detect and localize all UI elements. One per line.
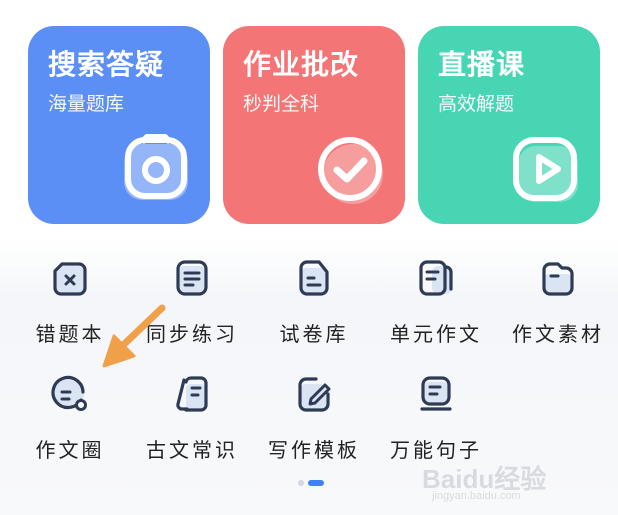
grid-item-unit-essay[interactable]: 单元作文 xyxy=(384,258,484,354)
live-class-card[interactable]: 直播课 高效解题 xyxy=(418,26,600,224)
wrong-notebook-icon xyxy=(50,258,90,298)
app-screen: 搜索答疑 海量题库 作业批改 秒判全科 直播课 高效解题 错题本 同步练习 试卷… xyxy=(0,0,618,515)
watermark-url: jingyan.baidu.com xyxy=(432,490,521,502)
search-answer-subtitle: 海量题库 xyxy=(48,93,125,115)
exam-paper-icon xyxy=(294,258,334,298)
search-answer-card[interactable]: 搜索答疑 海量题库 xyxy=(28,26,210,224)
grid-item-label: 作文圈 xyxy=(35,438,105,462)
live-class-title: 直播课 xyxy=(438,48,526,81)
page-dot-inactive[interactable] xyxy=(298,480,304,486)
grid-item-label: 写作模板 xyxy=(268,438,360,462)
annotation-arrow-icon xyxy=(102,304,166,368)
essay-material-icon xyxy=(538,258,578,298)
check-circle-icon xyxy=(315,134,387,206)
homework-correction-subtitle: 秒判全科 xyxy=(243,93,320,115)
grid-item-label: 古文常识 xyxy=(146,438,238,462)
sentence-icon xyxy=(416,374,456,414)
homework-correction-title: 作业批改 xyxy=(243,48,360,81)
grid-item-essay-material[interactable]: 作文素材 xyxy=(506,258,606,354)
live-class-subtitle: 高效解题 xyxy=(438,93,515,115)
unit-essay-icon xyxy=(416,258,456,298)
page-indicator xyxy=(298,479,326,487)
grid-item-classical-chinese[interactable]: 古文常识 xyxy=(140,374,240,470)
grid-item-label: 作文素材 xyxy=(512,322,604,346)
search-answer-title: 搜索答疑 xyxy=(48,48,165,81)
essay-circle-icon xyxy=(50,374,90,414)
grid-item-writing-template[interactable]: 写作模板 xyxy=(262,374,362,470)
grid-item-exam-paper[interactable]: 试卷库 xyxy=(262,258,362,354)
classical-chinese-icon xyxy=(172,374,212,414)
grid-item-sentence[interactable]: 万能句子 xyxy=(384,374,484,470)
camera-icon xyxy=(120,134,192,206)
play-icon xyxy=(510,134,582,206)
baidu-watermark: Baidu经验 jingyan.baidu.com xyxy=(422,459,592,505)
grid-item-label: 单元作文 xyxy=(390,322,482,346)
grid-item-essay-circle[interactable]: 作文圈 xyxy=(18,374,118,470)
sync-practice-icon xyxy=(172,258,212,298)
writing-template-icon xyxy=(294,374,334,414)
page-dot-active[interactable] xyxy=(308,480,324,486)
homework-correction-card[interactable]: 作业批改 秒判全科 xyxy=(223,26,405,224)
grid-item-label: 试卷库 xyxy=(279,322,349,346)
